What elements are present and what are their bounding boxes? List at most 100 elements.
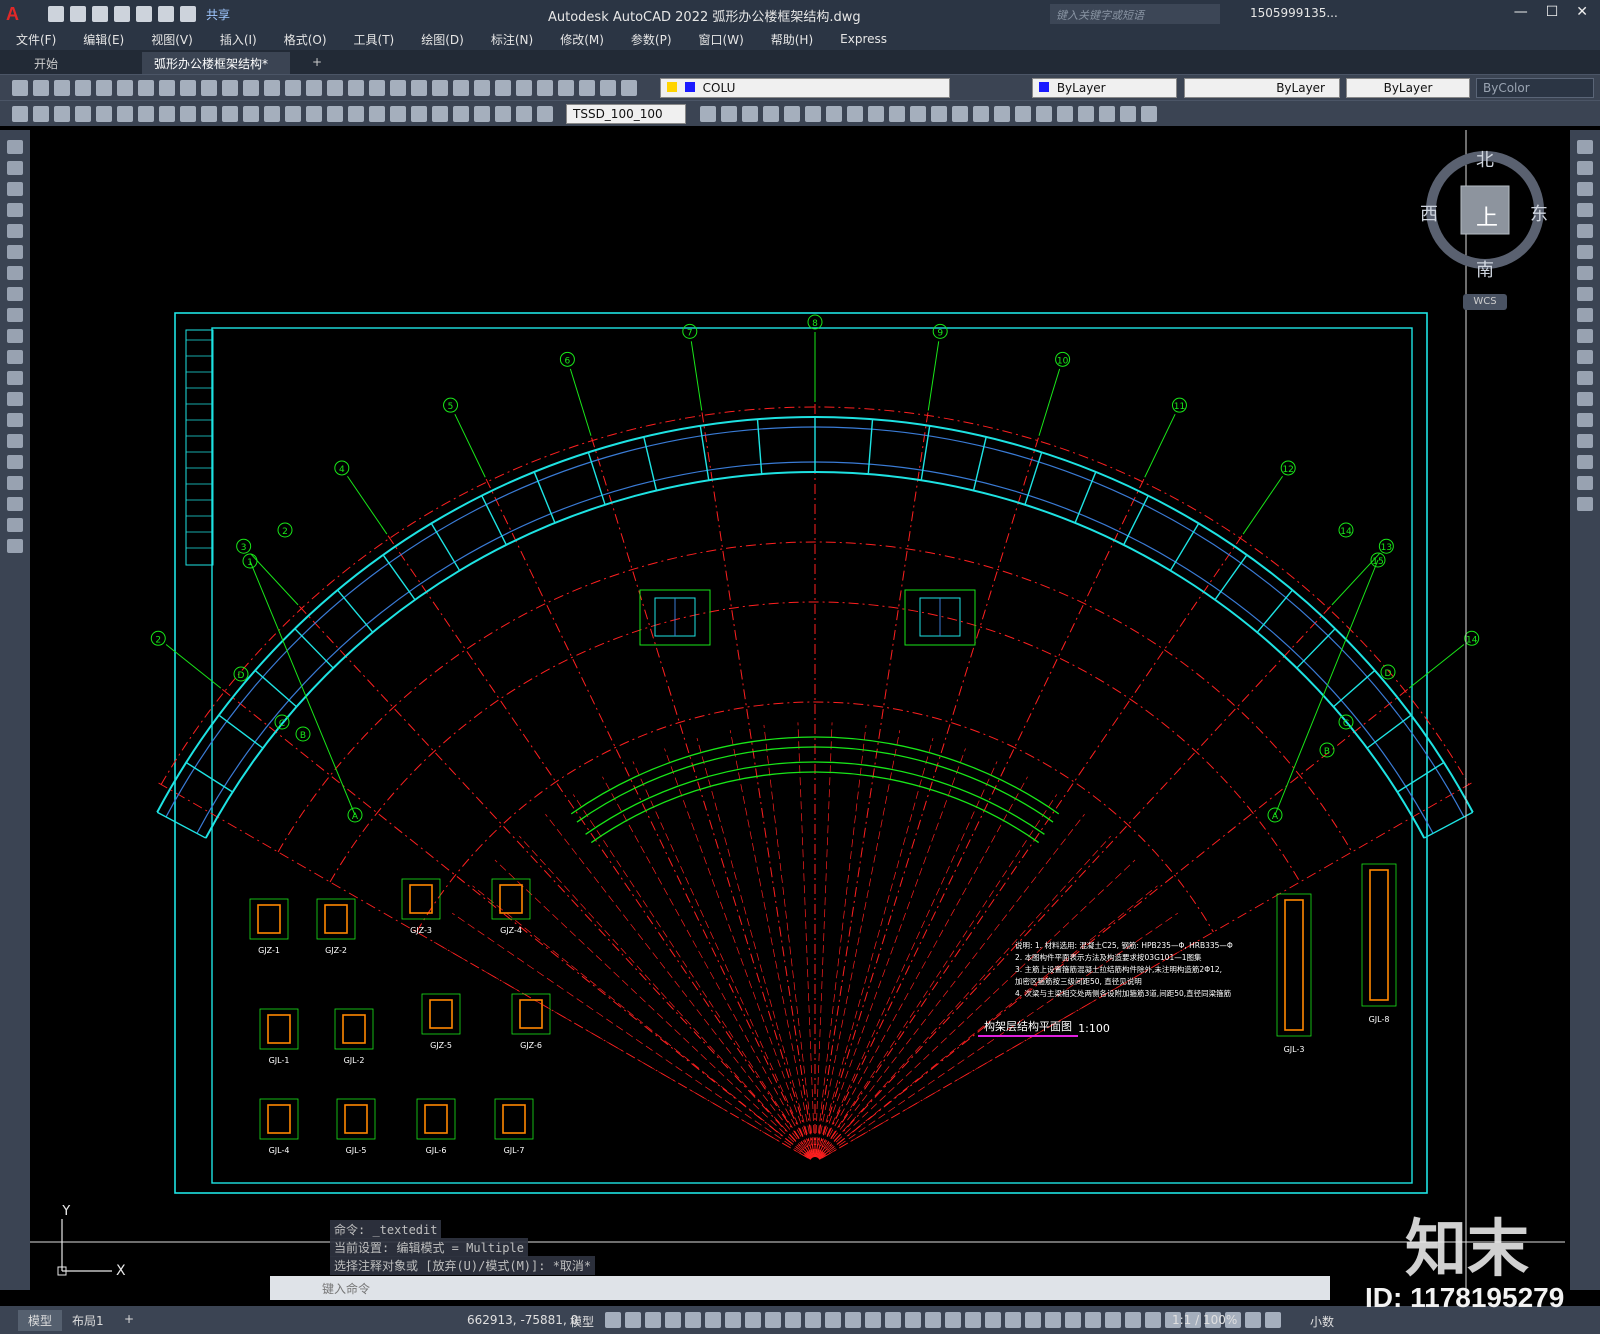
viewcube-south[interactable]: 南 bbox=[1476, 256, 1494, 282]
tssd-tool-icon[interactable] bbox=[1057, 106, 1073, 122]
tssd-tool-icon[interactable] bbox=[1036, 106, 1052, 122]
status-toggle-icon[interactable] bbox=[605, 1312, 621, 1328]
modify-tool-icon[interactable] bbox=[1577, 434, 1593, 448]
tssd-tool-icon[interactable] bbox=[537, 106, 553, 122]
tool-icon[interactable] bbox=[600, 80, 616, 96]
tssd-tool-icon[interactable] bbox=[75, 106, 91, 122]
tssd-tool-icon[interactable] bbox=[931, 106, 947, 122]
undo-icon[interactable] bbox=[158, 6, 174, 22]
draw-tool-icon[interactable] bbox=[7, 245, 23, 259]
status-toggle-icon[interactable] bbox=[805, 1312, 821, 1328]
modify-tool-icon[interactable] bbox=[1577, 266, 1593, 280]
tssd-tool-icon[interactable] bbox=[33, 106, 49, 122]
tool-icon[interactable] bbox=[285, 80, 301, 96]
tool-icon[interactable] bbox=[411, 80, 427, 96]
status-toggle-icon[interactable] bbox=[1045, 1312, 1061, 1328]
tssd-tool-icon[interactable] bbox=[474, 106, 490, 122]
tool-icon[interactable] bbox=[516, 80, 532, 96]
menu-express[interactable]: Express bbox=[824, 32, 898, 46]
layout1-tab[interactable]: 布局1 bbox=[62, 1310, 114, 1331]
tssd-tool-icon[interactable] bbox=[1078, 106, 1094, 122]
menu-parametric[interactable]: 参数(P) bbox=[615, 31, 683, 48]
linetype-dropdown[interactable]: ByLayer bbox=[1184, 78, 1340, 98]
tssd-tool-icon[interactable] bbox=[453, 106, 469, 122]
draw-tool-icon[interactable] bbox=[7, 455, 23, 469]
tssd-tool-icon[interactable] bbox=[411, 106, 427, 122]
modify-tool-icon[interactable] bbox=[1577, 455, 1593, 469]
color-dropdown[interactable]: ByLayer bbox=[1032, 78, 1177, 98]
tssd-tool-icon[interactable] bbox=[348, 106, 364, 122]
modify-tool-icon[interactable] bbox=[1577, 203, 1593, 217]
menu-draw[interactable]: 绘图(D) bbox=[405, 31, 475, 48]
status-toggle-icon[interactable] bbox=[1245, 1312, 1261, 1328]
tssd-tool-icon[interactable] bbox=[1141, 106, 1157, 122]
open-icon[interactable] bbox=[70, 6, 86, 22]
viewcube-north[interactable]: 北 bbox=[1476, 146, 1494, 172]
modify-tool-icon[interactable] bbox=[1577, 371, 1593, 385]
status-toggle-icon[interactable] bbox=[1065, 1312, 1081, 1328]
tssd-tool-icon[interactable] bbox=[910, 106, 926, 122]
tool-icon[interactable] bbox=[222, 80, 238, 96]
status-toggle-icon[interactable] bbox=[845, 1312, 861, 1328]
layer-dropdown[interactable]: COLU bbox=[660, 78, 950, 98]
tssd-tool-icon[interactable] bbox=[243, 106, 259, 122]
status-toggle-icon[interactable] bbox=[725, 1312, 741, 1328]
maximize-button[interactable]: ☐ bbox=[1546, 4, 1559, 20]
command-input[interactable]: 键入命令 bbox=[322, 1280, 370, 1297]
tssd-tool-icon[interactable] bbox=[432, 106, 448, 122]
tool-icon[interactable] bbox=[33, 80, 49, 96]
drawing-canvas[interactable]: 2 3 4 5 6 7 8 9 10 11 12 13 14 A B C D A B C D 1 2 14 15 构架层结构平面图… bbox=[30, 130, 1570, 1300]
status-toggle-icon[interactable] bbox=[945, 1312, 961, 1328]
draw-tool-icon[interactable] bbox=[7, 266, 23, 280]
tssd-tool-icon[interactable] bbox=[54, 106, 70, 122]
modify-tool-icon[interactable] bbox=[1577, 329, 1593, 343]
tssd-tool-icon[interactable] bbox=[1099, 106, 1115, 122]
modify-tool-icon[interactable] bbox=[1577, 413, 1593, 427]
tssd-tool-icon[interactable] bbox=[784, 106, 800, 122]
tssd-tool-icon[interactable] bbox=[994, 106, 1010, 122]
status-toggle-icon[interactable] bbox=[825, 1312, 841, 1328]
tssd-tool-icon[interactable] bbox=[1120, 106, 1136, 122]
redo-icon[interactable] bbox=[180, 6, 196, 22]
tool-icon[interactable] bbox=[369, 80, 385, 96]
status-toggle-icon[interactable] bbox=[625, 1312, 641, 1328]
draw-tool-icon[interactable] bbox=[7, 308, 23, 322]
menu-file[interactable]: 文件(F) bbox=[0, 31, 67, 48]
tool-icon[interactable] bbox=[180, 80, 196, 96]
tssd-tool-icon[interactable] bbox=[201, 106, 217, 122]
status-toggle-icon[interactable] bbox=[1145, 1312, 1161, 1328]
tssd-tool-icon[interactable] bbox=[805, 106, 821, 122]
tssd-tool-icon[interactable] bbox=[973, 106, 989, 122]
tool-icon[interactable] bbox=[75, 80, 91, 96]
tool-icon[interactable] bbox=[621, 80, 637, 96]
menu-edit[interactable]: 编辑(E) bbox=[67, 31, 135, 48]
tool-icon[interactable] bbox=[138, 80, 154, 96]
viewcube-east[interactable]: 东 bbox=[1530, 200, 1548, 226]
draw-tool-icon[interactable] bbox=[7, 224, 23, 238]
status-toggle-icon[interactable] bbox=[925, 1312, 941, 1328]
tssd-tool-icon[interactable] bbox=[138, 106, 154, 122]
viewcube-west[interactable]: 西 bbox=[1420, 200, 1438, 226]
modify-tool-icon[interactable] bbox=[1577, 308, 1593, 322]
modify-tool-icon[interactable] bbox=[1577, 224, 1593, 238]
tssd-tool-icon[interactable] bbox=[306, 106, 322, 122]
status-toggle-icon[interactable] bbox=[1005, 1312, 1021, 1328]
draw-tool-icon[interactable] bbox=[7, 203, 23, 217]
tssd-tool-icon[interactable] bbox=[264, 106, 280, 122]
tool-icon[interactable] bbox=[390, 80, 406, 96]
draw-tool-icon[interactable] bbox=[7, 539, 23, 553]
status-toggle-icon[interactable] bbox=[985, 1312, 1001, 1328]
modify-tool-icon[interactable] bbox=[1577, 497, 1593, 511]
model-space-toggle[interactable]: 模型 bbox=[570, 1313, 594, 1330]
status-toggle-icon[interactable] bbox=[965, 1312, 981, 1328]
tool-icon[interactable] bbox=[306, 80, 322, 96]
draw-tool-icon[interactable] bbox=[7, 161, 23, 175]
viewcube-top-face[interactable]: 上 bbox=[1476, 200, 1498, 232]
draw-tool-icon[interactable] bbox=[7, 371, 23, 385]
status-toggle-icon[interactable] bbox=[1085, 1312, 1101, 1328]
tssd-tool-icon[interactable] bbox=[495, 106, 511, 122]
tssd-tool-icon[interactable] bbox=[369, 106, 385, 122]
draw-tool-icon[interactable] bbox=[7, 392, 23, 406]
add-layout-button[interactable]: + bbox=[114, 1310, 144, 1328]
plot-icon[interactable] bbox=[136, 6, 152, 22]
